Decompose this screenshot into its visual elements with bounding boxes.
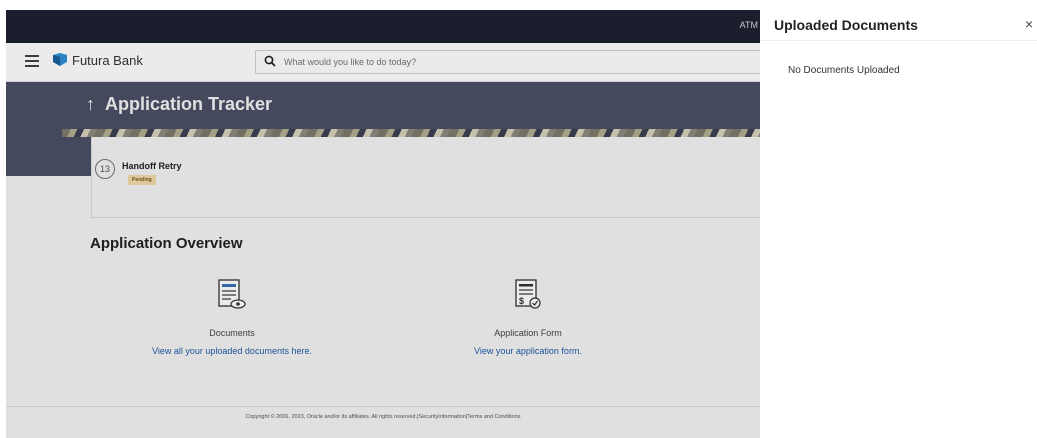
step-title: Handoff Retry [122,161,182,171]
top-bar: ATM [6,10,760,43]
search-input[interactable] [282,53,746,71]
step-number: 13 [95,159,115,179]
footer-divider [6,406,760,407]
bank-logo-icon [53,53,67,66]
application-page: ATM Futura Bank ↑Application Tracker 13 … [6,10,760,438]
empty-state-message: No Documents Uploaded [788,65,900,76]
menu-icon[interactable] [25,55,39,67]
application-form-icon[interactable]: $ [513,279,543,311]
application-form-label: Application Form [494,328,562,338]
page-title-text: Application Tracker [105,94,273,114]
brand-name[interactable]: Futura Bank [72,53,143,68]
tracker-card [91,137,760,218]
uploaded-documents-panel: Uploaded Documents × No Documents Upload… [760,0,1037,438]
documents-label: Documents [209,328,255,338]
search-icon [264,55,276,67]
panel-title: Uploaded Documents [774,17,918,33]
svg-text:$: $ [519,296,524,306]
application-form-link[interactable]: View your application form. [408,346,648,356]
decorative-banner [62,129,760,137]
status-badge: Pending [128,175,156,185]
document-view-icon[interactable] [217,279,247,311]
footer-copyright: Copyright © 2006, 2023, Oracle and/or it… [245,414,521,420]
page-title: ↑ Application Tracker [86,94,272,115]
header-bar: Futura Bank [6,43,760,82]
atm-link[interactable]: ATM [740,20,758,30]
back-arrow-icon[interactable]: ↑ [86,94,95,114]
overview-heading: Application Overview [90,235,243,252]
close-icon[interactable]: × [1025,16,1037,32]
panel-divider [760,40,1037,41]
search-bar[interactable] [255,50,760,74]
documents-link[interactable]: View all your uploaded documents here. [112,346,352,356]
